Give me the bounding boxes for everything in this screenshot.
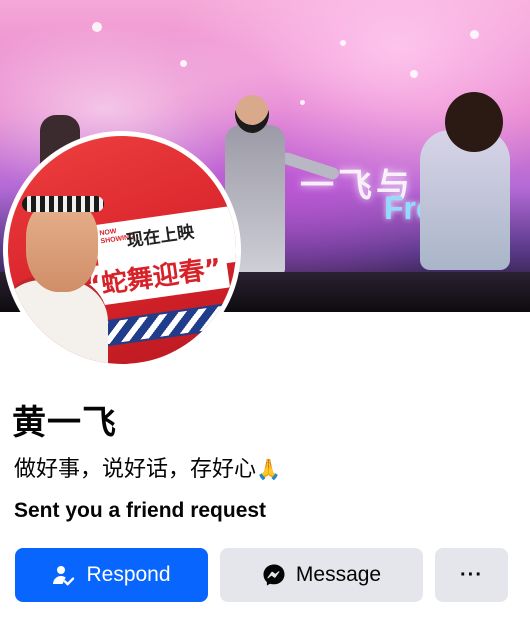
- cover-sparkle: [300, 100, 305, 105]
- more-options-button[interactable]: ···: [435, 548, 508, 602]
- messenger-icon: [262, 563, 286, 587]
- respond-button[interactable]: Respond: [15, 548, 208, 602]
- more-dots-icon: ···: [460, 563, 483, 586]
- avatar-photo: NOW SHOWING 现在上映 “蛇舞迎春”: [8, 136, 236, 364]
- cover-performer-hair: [445, 92, 503, 152]
- person-check-icon: [52, 563, 76, 587]
- cover-performer-head: [235, 95, 269, 133]
- cover-sparkle: [92, 22, 102, 32]
- cover-sparkle: [180, 60, 187, 67]
- profile-name: 黄一飞: [12, 403, 117, 443]
- pray-emoji-icon: 🙏: [256, 457, 281, 481]
- message-button[interactable]: Message: [220, 548, 423, 602]
- respond-label: Respond: [86, 563, 171, 586]
- profile-bio-text: 做好事，说好话，存好心: [14, 457, 257, 482]
- cover-sparkle: [340, 40, 346, 46]
- message-label: Message: [295, 563, 382, 586]
- profile-bio: 做好事，说好话，存好心🙏: [14, 451, 281, 483]
- friend-request-status: Sent you a friend request: [14, 499, 267, 522]
- cover-sparkle: [410, 70, 418, 78]
- avatar-stripes: [86, 301, 236, 349]
- profile-avatar[interactable]: NOW SHOWING 现在上映 “蛇舞迎春”: [3, 131, 241, 369]
- cover-performer: [420, 130, 510, 270]
- avatar-headband: [22, 196, 104, 212]
- avatar-face: [26, 200, 98, 292]
- cover-sparkle: [470, 30, 479, 39]
